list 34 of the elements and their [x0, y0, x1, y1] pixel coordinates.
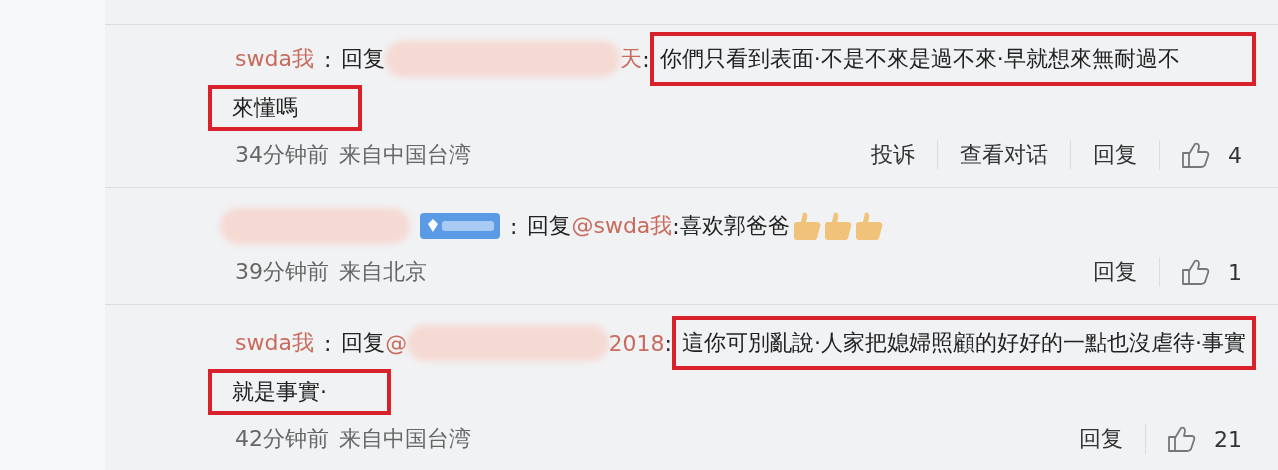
action-link[interactable]: 回复 — [1057, 424, 1146, 454]
like-button[interactable]: 1 — [1160, 256, 1248, 288]
thumbs-up-icon — [822, 211, 853, 241]
action-link[interactable]: 查看对话 — [938, 140, 1071, 170]
thumbs-up-icon — [1180, 140, 1210, 170]
thumbs-up-icon — [853, 211, 884, 241]
thumbs-up-icon — [791, 211, 822, 241]
separator: : — [323, 330, 332, 356]
location: 来自北京 — [339, 258, 427, 286]
action-link[interactable]: 投诉 — [849, 140, 938, 170]
separator: : — [510, 213, 518, 239]
separator: : — [323, 46, 332, 72]
comment-text: 就是事實· — [208, 369, 391, 415]
reply-label: 回复 — [341, 329, 386, 357]
thumbs-up-icon — [1166, 424, 1196, 454]
action-link[interactable]: 回复 — [1071, 257, 1160, 287]
comment-text: 你們只看到表面·不是不來是過不來·早就想來無耐過不 — [649, 32, 1256, 86]
separator: : — [664, 330, 672, 356]
timestamp: 42分钟前 — [235, 425, 329, 453]
like-button[interactable]: 4 — [1160, 139, 1248, 171]
location: 来自中国台湾 — [339, 425, 471, 453]
comment-text: 來懂嗎 — [208, 85, 362, 131]
separator: : — [642, 46, 650, 72]
thumbs-up-icon — [1180, 257, 1210, 287]
timestamp: 39分钟前 — [235, 258, 329, 286]
location: 来自中国台湾 — [339, 141, 471, 169]
timestamp: 34分钟前 — [235, 141, 329, 169]
comment-text: 這你可別亂說·人家把媳婦照顧的好好的一點也沒虐待·事實 — [672, 316, 1256, 370]
like-button[interactable]: 21 — [1146, 423, 1248, 455]
comment-text: 喜欢郭爸爸 — [679, 212, 790, 240]
separator: : — [672, 213, 680, 239]
reply-label: 回复 — [341, 45, 386, 73]
reply-label: 回复 — [527, 212, 572, 240]
action-link[interactable]: 回复 — [1071, 140, 1160, 170]
